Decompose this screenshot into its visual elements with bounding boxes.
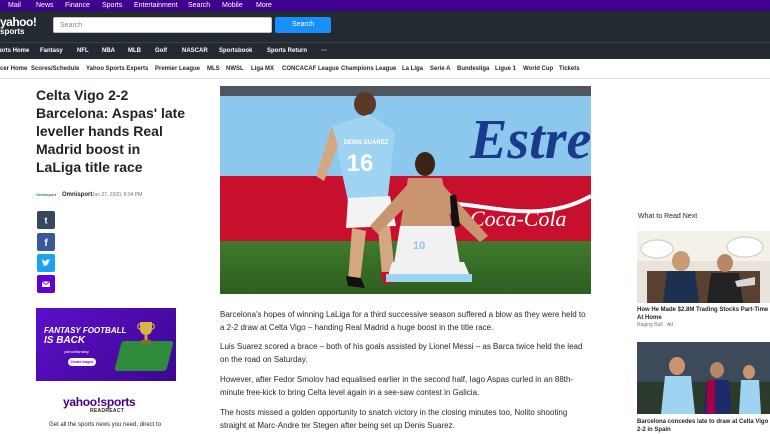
rail-title: What to Read Next bbox=[638, 213, 698, 220]
nav-golf[interactable]: Golf bbox=[155, 43, 167, 59]
nav-sports-return[interactable]: Sports Return bbox=[267, 43, 307, 59]
subnav-la-liga[interactable]: La Liga bbox=[402, 59, 423, 79]
subnav-tickets[interactable]: Tickets bbox=[559, 59, 580, 79]
rail-item-title[interactable]: Barcelona concedes late to draw at Celta… bbox=[637, 418, 770, 434]
coca-cola-board: Coca-Cola bbox=[470, 206, 567, 231]
newsletter-text: Get all the sports news you need, direct… bbox=[49, 422, 162, 428]
subnav-bundesliga[interactable]: Bundesliga bbox=[457, 59, 489, 79]
article-headline: Celta Vigo 2-2 Barcelona: Aspas' late le… bbox=[36, 87, 186, 175]
email-icon bbox=[41, 281, 51, 287]
topbar-link-news[interactable]: News bbox=[36, 0, 54, 11]
topbar-link-entertainment[interactable]: Entertainment bbox=[134, 0, 178, 11]
sports-nav: Sports Home Fantasy NFL NBA MLB Golf NAS… bbox=[0, 42, 770, 59]
hero-image[interactable]: Estre Coca-Cola DENIS SUÁREZ 16 10 bbox=[220, 86, 591, 294]
tumblr-icon: t bbox=[45, 216, 48, 226]
ad-headline-2: IS BACK bbox=[44, 335, 86, 346]
subnav-liga-mx[interactable]: Liga MX bbox=[251, 59, 274, 79]
nav-more[interactable]: ··· bbox=[321, 43, 327, 59]
page: Mail News Finance Sports Entertainment S… bbox=[0, 0, 770, 434]
topbar-link-mail[interactable]: Mail bbox=[8, 0, 21, 11]
rail-item-image[interactable] bbox=[637, 342, 770, 414]
search-button[interactable]: Search bbox=[275, 17, 331, 33]
author-name[interactable]: Omnisport bbox=[62, 190, 92, 200]
ad-headline-1: FANTASY FOOTBALL bbox=[44, 326, 127, 335]
article-paragraph: Luis Suarez scored a brace – both of his… bbox=[220, 342, 583, 364]
nav-sports-home[interactable]: Sports Home bbox=[0, 43, 29, 59]
subnav-experts[interactable]: Yahoo Sports Experts bbox=[86, 59, 148, 79]
yahoo-sports-logo[interactable]: yahoo! sports bbox=[0, 15, 37, 39]
topbar-link-sports[interactable]: Sports bbox=[102, 0, 122, 11]
rail-item-source-name: Raging Bull bbox=[637, 322, 663, 328]
share-facebook-button[interactable]: f bbox=[37, 233, 55, 251]
top-bar: Mail News Finance Sports Entertainment S… bbox=[0, 0, 770, 11]
twitter-icon bbox=[42, 259, 51, 266]
ad-badge: Ad bbox=[666, 322, 674, 328]
nav-fantasy[interactable]: Fantasy bbox=[40, 43, 63, 59]
subnav-serie-a[interactable]: Serie A bbox=[430, 59, 450, 79]
subnav-nwsl[interactable]: NWSL bbox=[226, 59, 244, 79]
jersey-number-16: 16 bbox=[347, 150, 374, 177]
jersey-name: DENIS SUÁREZ bbox=[344, 139, 389, 146]
trophy-icon bbox=[137, 322, 155, 344]
topbar-link-more[interactable]: More bbox=[256, 0, 272, 11]
facebook-icon: f bbox=[44, 238, 48, 247]
subnav-mls[interactable]: MLS bbox=[207, 59, 220, 79]
newsletter-logo: yahoo!sports bbox=[63, 395, 136, 409]
soccer-subnav: Soccer Home Scores/Schedule Yahoo Sports… bbox=[0, 59, 770, 79]
share-twitter-button[interactable] bbox=[37, 254, 55, 272]
rail-item-title[interactable]: How He Made $2.8M Trading Stocks Part-Ti… bbox=[637, 306, 770, 322]
ad-cta-button[interactable]: Create league bbox=[68, 358, 96, 366]
rail-item-source: Raging Bull Ad bbox=[637, 322, 673, 328]
subnav-champions-league[interactable]: Champions League bbox=[341, 59, 396, 79]
newsletter-tag: READREACT bbox=[90, 408, 125, 414]
subnav-world-cup[interactable]: World Cup bbox=[523, 59, 553, 79]
subnav-ligue-1[interactable]: Ligue 1 bbox=[495, 59, 516, 79]
nav-nba[interactable]: NBA bbox=[102, 43, 115, 59]
nav-sportsbook[interactable]: Sportsbook bbox=[219, 43, 252, 59]
celebration-photo: Estre Coca-Cola DENIS SUÁREZ 16 10 bbox=[220, 86, 591, 294]
article-paragraph: The hosts missed a golden opportunity to… bbox=[220, 408, 568, 430]
fantasy-football-ad[interactable]: FANTASY FOOTBALL IS BACK yahoo!fantasy C… bbox=[36, 308, 176, 381]
rail-item-image[interactable] bbox=[637, 231, 770, 303]
site-header: yahoo! sports Search bbox=[0, 11, 770, 42]
subnav-concacaf[interactable]: CONCACAF League bbox=[282, 59, 339, 79]
article-paragraph: However, after Fedor Smolov had equalise… bbox=[220, 375, 574, 397]
subnav-soccer-home[interactable]: Soccer Home bbox=[0, 59, 27, 79]
ad-brand: yahoo!fantasy bbox=[64, 349, 89, 354]
article-paragraph: Barcelona's hopes of winning LaLiga for … bbox=[220, 310, 586, 332]
publish-date: Jun 27, 2020, 8:04 PM bbox=[92, 192, 143, 198]
svg-text:t: t bbox=[45, 216, 48, 226]
subnav-premier-league[interactable]: Premier League bbox=[155, 59, 200, 79]
share-tumblr-button[interactable]: t bbox=[37, 211, 55, 229]
nav-mlb[interactable]: MLB bbox=[128, 43, 141, 59]
search-input[interactable] bbox=[53, 17, 272, 33]
nav-nascar[interactable]: NASCAR bbox=[182, 43, 208, 59]
shorts-number-10: 10 bbox=[413, 240, 425, 252]
rail-thumbnail-1 bbox=[637, 231, 770, 303]
nav-nfl[interactable]: NFL bbox=[77, 43, 89, 59]
svg-text:f: f bbox=[44, 238, 48, 247]
rail-thumbnail-2 bbox=[637, 342, 770, 414]
source-logo[interactable]: Omnisport bbox=[36, 192, 60, 198]
topbar-link-finance[interactable]: Finance bbox=[65, 0, 90, 11]
topbar-link-mobile[interactable]: Mobile bbox=[222, 0, 243, 11]
share-email-button[interactable] bbox=[37, 275, 55, 293]
logo-subtext: sports bbox=[0, 27, 25, 36]
topbar-link-search[interactable]: Search bbox=[188, 0, 210, 11]
banner-text: Estre bbox=[469, 109, 591, 171]
subnav-scores[interactable]: Scores/Schedule bbox=[31, 59, 79, 79]
